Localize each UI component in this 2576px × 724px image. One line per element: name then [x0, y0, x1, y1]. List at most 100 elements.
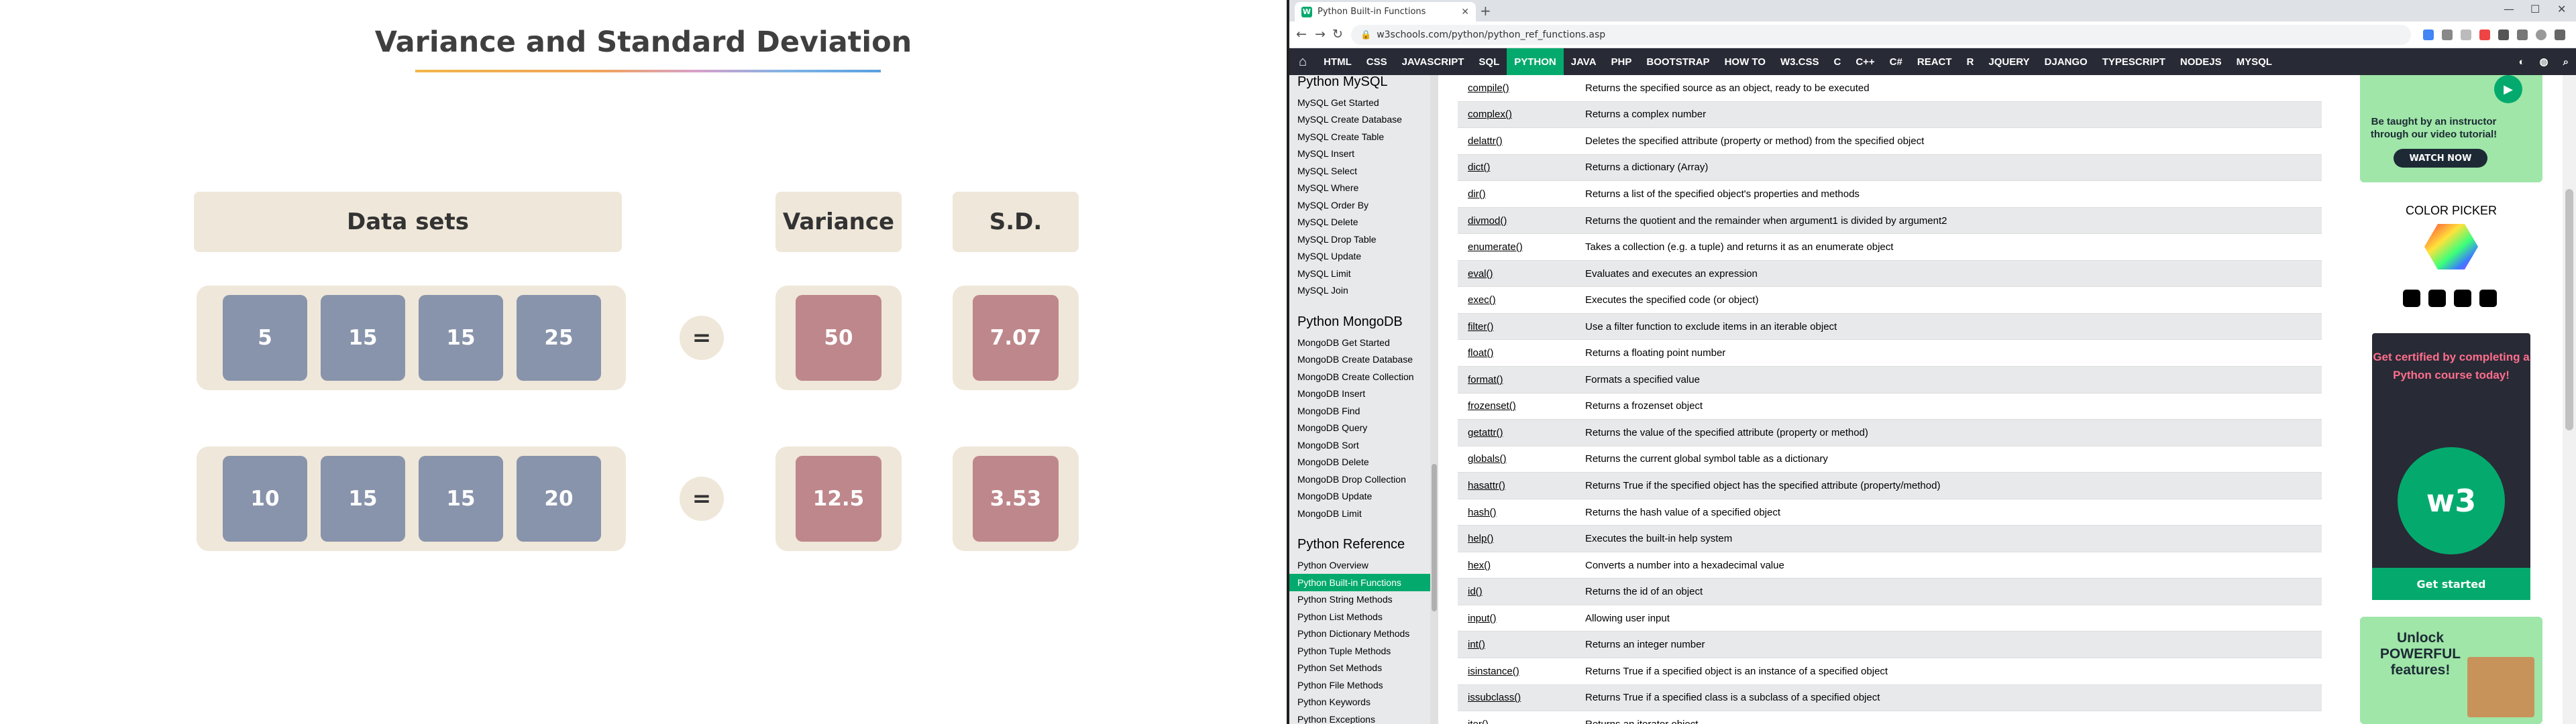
function-link[interactable]: delattr() [1458, 135, 1585, 147]
nav-php[interactable]: PHP [1604, 48, 1640, 75]
certification-ad[interactable]: Get certified by completing a Python cou… [2372, 333, 2530, 600]
page-scroll-thumb[interactable] [2565, 189, 2573, 430]
sidebar-scrollbar[interactable] [1430, 75, 1438, 724]
function-link[interactable]: input() [1458, 613, 1585, 624]
sidebar-item[interactable]: MySQL Insert [1289, 145, 1430, 163]
function-link[interactable]: eval() [1458, 268, 1585, 280]
watch-now-button[interactable]: WATCH NOW [2394, 149, 2487, 168]
sidebar-item[interactable]: MySQL Drop Table [1289, 231, 1430, 248]
facebook-icon[interactable] [2403, 290, 2420, 307]
function-link[interactable]: divmod() [1458, 215, 1585, 227]
browser-tab[interactable]: W Python Built-in Functions ✕ [1295, 2, 1476, 21]
search-icon[interactable]: ⌕ [2556, 48, 2576, 75]
nav-w3css[interactable]: W3.CSS [1773, 48, 1827, 75]
sidebar-item-active[interactable]: Python Built-in Functions [1289, 574, 1430, 591]
function-link[interactable]: hash() [1458, 507, 1585, 518]
sidebar-item[interactable]: MongoDB Insert [1289, 385, 1430, 403]
function-link[interactable]: enumerate() [1458, 241, 1585, 253]
function-link[interactable]: dir() [1458, 188, 1585, 200]
share-icon[interactable] [2442, 29, 2453, 40]
reload-icon[interactable]: ↻ [1332, 27, 1343, 42]
google-icon[interactable] [2423, 29, 2434, 40]
sidebar-item[interactable]: MySQL Update [1289, 248, 1430, 265]
discord-icon[interactable] [2479, 290, 2497, 307]
close-tab-icon[interactable]: ✕ [1461, 7, 1469, 17]
sidebar-item[interactable]: MySQL Limit [1289, 265, 1430, 282]
url-field[interactable]: 🔒 w3schools.com/python/python_ref_functi… [1351, 25, 2411, 45]
nav-react[interactable]: REACT [1910, 48, 1960, 75]
nav-r[interactable]: R [1960, 48, 1982, 75]
sidepanel-icon[interactable] [2517, 29, 2528, 40]
instagram-icon[interactable] [2428, 290, 2446, 307]
sidebar-item[interactable]: MongoDB Find [1289, 402, 1430, 420]
sidebar-item[interactable]: MySQL Join [1289, 282, 1430, 300]
nav-javascript[interactable]: JAVASCRIPT [1395, 48, 1472, 75]
nav-csharp[interactable]: C# [1882, 48, 1910, 75]
bookmark-star-icon[interactable] [2461, 29, 2471, 40]
profile-avatar-icon[interactable] [2536, 29, 2546, 40]
function-link[interactable]: help() [1458, 533, 1585, 544]
function-link[interactable]: id() [1458, 586, 1585, 597]
sidebar-item[interactable]: MySQL Order By [1289, 196, 1430, 214]
palette-icon[interactable]: ◍ [2532, 48, 2556, 75]
nav-jquery[interactable]: JQUERY [1981, 48, 2037, 75]
function-link[interactable]: globals() [1458, 453, 1585, 465]
nav-java[interactable]: JAVA [1564, 48, 1604, 75]
dark-mode-icon[interactable]: ◐ [2511, 48, 2532, 75]
sidebar-item[interactable]: Python Exceptions [1289, 711, 1430, 724]
minimize-icon[interactable]: — [2504, 3, 2514, 15]
nav-c[interactable]: C [1826, 48, 1848, 75]
function-link[interactable]: isinstance() [1458, 666, 1585, 677]
function-link[interactable]: dict() [1458, 162, 1585, 173]
sidebar-item[interactable]: MongoDB Query [1289, 420, 1430, 437]
sidebar-scroll-thumb[interactable] [1432, 464, 1437, 611]
color-picker-hexagon-icon[interactable] [2424, 223, 2478, 271]
function-link[interactable]: hex() [1458, 560, 1585, 571]
forward-icon[interactable]: → [1315, 27, 1326, 42]
function-link[interactable]: format() [1458, 374, 1585, 385]
function-link[interactable]: iter() [1458, 719, 1585, 724]
function-link[interactable]: getattr() [1458, 427, 1585, 438]
sidebar-item[interactable]: MySQL Select [1289, 162, 1430, 180]
function-link[interactable]: int() [1458, 639, 1585, 650]
function-link[interactable]: float() [1458, 347, 1585, 359]
sidebar-item[interactable]: MongoDB Update [1289, 488, 1430, 505]
function-link[interactable]: compile() [1458, 82, 1585, 94]
sidebar-item[interactable]: MongoDB Sort [1289, 436, 1430, 454]
color-picker-label[interactable]: COLOR PICKER [2360, 204, 2542, 218]
sidebar-item[interactable]: Python Set Methods [1289, 660, 1430, 677]
nav-nodejs[interactable]: NODEJS [2173, 48, 2229, 75]
nav-cpp[interactable]: C++ [1848, 48, 1882, 75]
back-icon[interactable]: ← [1296, 27, 1307, 42]
nav-bootstrap[interactable]: BOOTSTRAP [1639, 48, 1717, 75]
sidebar-item[interactable]: MySQL Get Started [1289, 94, 1430, 111]
page-scrollbar[interactable] [2563, 75, 2576, 724]
unlock-features-ad[interactable]: Unlock POWERFUL features! [2360, 617, 2542, 724]
video-tutorial-ad[interactable]: ▶ Be taught by an instructor through our… [2360, 75, 2542, 182]
sidebar-item[interactable]: MongoDB Limit [1289, 505, 1430, 522]
function-link[interactable]: exec() [1458, 294, 1585, 306]
function-link[interactable]: frozenset() [1458, 400, 1585, 412]
function-link[interactable]: complex() [1458, 109, 1585, 120]
sidebar-item[interactable]: Python List Methods [1289, 608, 1430, 625]
sidebar-item[interactable]: MongoDB Drop Collection [1289, 471, 1430, 488]
nav-typescript[interactable]: TYPESCRIPT [2095, 48, 2173, 75]
maximize-icon[interactable]: ☐ [2530, 3, 2540, 15]
sidebar-item[interactable]: Python Dictionary Methods [1289, 625, 1430, 643]
sidebar-item[interactable]: MongoDB Create Database [1289, 351, 1430, 369]
nav-python[interactable]: PYTHON [1507, 48, 1564, 75]
sidebar-item[interactable]: MySQL Delete [1289, 214, 1430, 231]
sidebar-item[interactable]: MongoDB Delete [1289, 454, 1430, 471]
function-link[interactable]: issubclass() [1458, 692, 1585, 703]
sidebar-item[interactable]: MySQL Create Database [1289, 111, 1430, 129]
menu-dots-icon[interactable] [2555, 29, 2565, 40]
nav-css[interactable]: CSS [1359, 48, 1395, 75]
function-link[interactable]: filter() [1458, 321, 1585, 333]
nav-django[interactable]: DJANGO [2037, 48, 2095, 75]
nav-mysql[interactable]: MYSQL [2229, 48, 2279, 75]
new-tab-icon[interactable]: + [1480, 3, 1491, 19]
linkedin-icon[interactable] [2454, 290, 2471, 307]
nav-howto[interactable]: HOW TO [1717, 48, 1773, 75]
sidebar-item[interactable]: Python File Methods [1289, 676, 1430, 694]
function-link[interactable]: hasattr() [1458, 480, 1585, 491]
